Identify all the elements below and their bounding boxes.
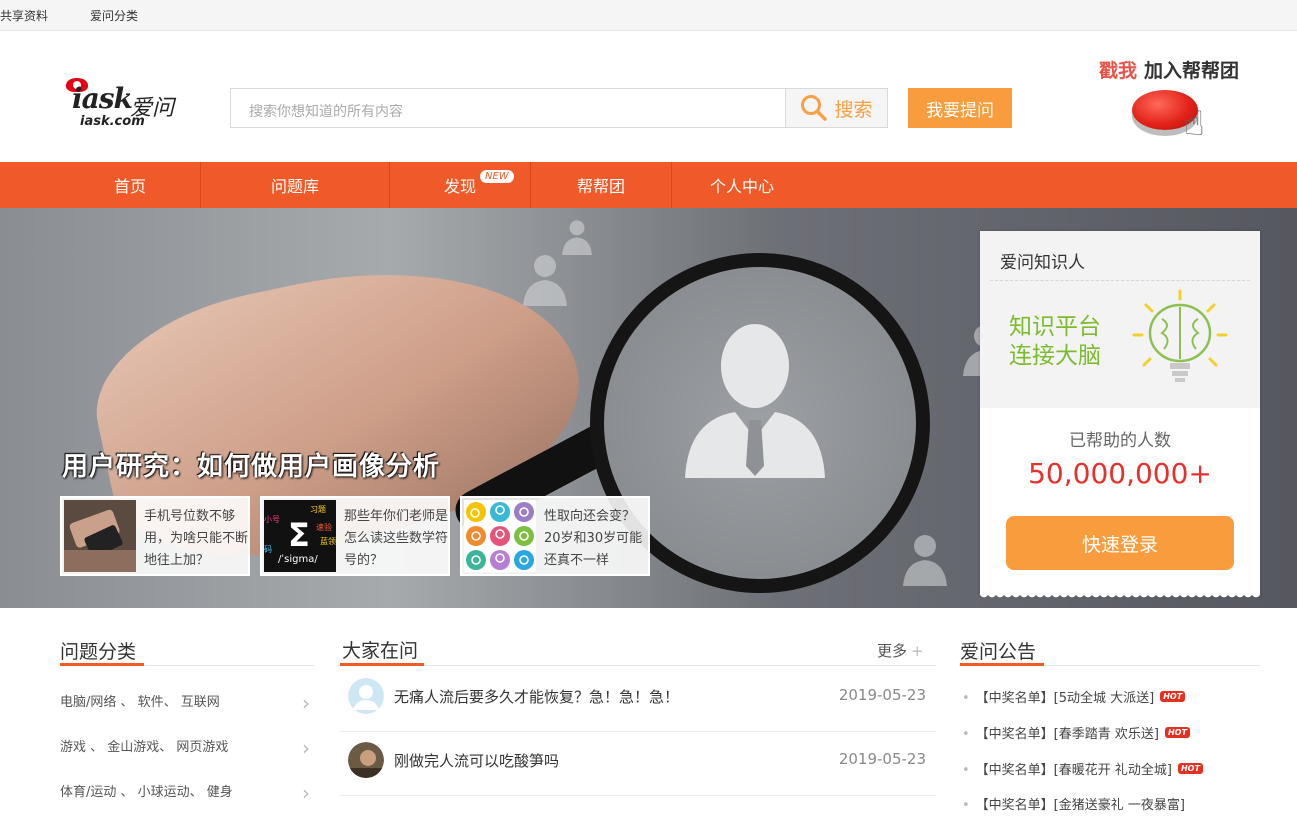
card-slogan: 知识平台 连接大脑 — [1009, 313, 1101, 371]
section-rule — [340, 665, 936, 666]
search-icon — [801, 95, 828, 121]
section-underline — [340, 663, 424, 666]
bullet-icon: • — [962, 727, 970, 742]
card-slogan-line-2: 连接大脑 — [1009, 343, 1101, 369]
card-zigzag-edge — [980, 593, 1260, 601]
banner-card[interactable]: Σ /ˈsigma/ 习题 速验 小号 蓝领 码 那些年你们老师是怎么读这些数学… — [260, 496, 450, 576]
person-silhouette-icon — [903, 535, 947, 586]
category-section-title: 问题分类 — [60, 641, 137, 663]
plus-icon: + — [911, 642, 924, 660]
helped-count: 50,000,000+ — [1028, 457, 1212, 490]
bullet-icon: • — [962, 691, 970, 706]
question-row[interactable]: 无痛人流后要多久才能恢复？急！急！急！ 2019-05-23 — [340, 668, 936, 732]
thumb-tag: 小号 — [264, 515, 280, 524]
banner-headline[interactable]: 用户研究：如何做用户画像分析 — [62, 446, 440, 483]
notice-item[interactable]: • 【中奖名单】[5动全城 大派送] HOT — [962, 687, 1186, 706]
chevron-right-icon: › — [302, 781, 310, 805]
notice-item[interactable]: • 【中奖名单】[春季踏青 欢乐送] HOT — [962, 723, 1190, 742]
hot-badge-icon: HOT — [1177, 763, 1203, 774]
nav-question-library[interactable]: 问题库 — [201, 162, 389, 208]
thumb-tag: 习题 — [310, 505, 326, 514]
brain-bulb-icon — [1132, 289, 1228, 382]
person-silhouette-icon — [562, 220, 592, 256]
question-title[interactable]: 刚做完人流可以吃酸笋吗 — [394, 750, 559, 771]
logo-domain: iask.com — [80, 114, 145, 129]
quick-login-button[interactable]: 快速登录 — [1006, 516, 1234, 570]
nav-personal-center[interactable]: 个人中心 — [672, 162, 812, 208]
ask-question-button[interactable]: 我要提问 — [908, 88, 1012, 128]
chevron-right-icon: › — [302, 736, 310, 760]
main-nav: 首页 问题库 发现 NEW 帮帮团 个人中心 — [0, 162, 1297, 208]
search-button[interactable]: 搜索 — [785, 88, 888, 128]
user-avatar-photo — [348, 742, 384, 778]
hot-badge-icon: HOT — [1160, 691, 1186, 702]
section-underline — [960, 663, 1044, 666]
category-row[interactable]: 游戏 、 金山游戏、 网页游戏 › — [60, 736, 314, 780]
bullet-icon: • — [962, 763, 970, 778]
nav-discover[interactable]: 发现 — [390, 162, 530, 208]
questions-more-link[interactable]: 更多 + — [877, 640, 924, 661]
notice-text: 【中奖名单】[金猪送豪礼 一夜暴富] — [975, 798, 1185, 813]
join-team-label: 加入帮帮团 — [1144, 60, 1240, 82]
nav-home[interactable]: 首页 — [60, 162, 200, 208]
gender-symbols-thumbnail — [464, 500, 536, 572]
banner-card-text: 手机号位数不够用，为啥只能不断地往上加？ — [144, 509, 249, 568]
top-link-shared-docs[interactable]: 共享资料 — [0, 7, 48, 24]
user-profile-icon — [685, 324, 825, 478]
site-logo[interactable]: iask 爱问 iask.com — [66, 78, 186, 134]
sigma-pronunciation: /ˈsigma/ — [278, 554, 318, 565]
notice-section-title: 爱问公告 — [960, 641, 1037, 663]
question-date: 2019-05-23 — [838, 686, 926, 704]
notice-item[interactable]: • 【中奖名单】[金猪送豪礼 一夜暴富] — [962, 794, 1185, 813]
helped-label: 已帮助的人数 — [1069, 431, 1171, 451]
hot-badge-icon: HOT — [1164, 727, 1190, 738]
knowledge-login-card: 爱问知识人 知识平台 连接大脑 已帮助的人数 50,000,000+ 快速登录 — [980, 231, 1260, 601]
banner-card[interactable]: 手机号位数不够用，为啥只能不断地往上加？ — [60, 496, 250, 576]
category-row[interactable]: 电脑/网络 、 软件、 互联网 › — [60, 691, 314, 735]
sigma-icon: Σ — [288, 516, 310, 554]
nav-helper-team[interactable]: 帮帮团 — [531, 162, 671, 208]
category-row[interactable]: 体育/运动 、 小球运动、 健身 › — [60, 781, 314, 825]
sigma-thumbnail: Σ /ˈsigma/ 习题 速验 小号 蓝领 码 — [264, 500, 336, 572]
chevron-right-icon: › — [302, 691, 310, 715]
nav-new-badge: NEW — [480, 170, 514, 183]
search-button-label: 搜索 — [834, 98, 873, 121]
bullet-icon: • — [962, 798, 970, 813]
user-avatar-icon — [348, 678, 384, 714]
banner-card-text: 性取向还会变？20岁和30岁可能还真不一样 — [544, 509, 643, 568]
pointing-hand-icon: ☝ — [1184, 104, 1205, 144]
category-row-text: 电脑/网络 、 软件、 互联网 — [60, 695, 220, 710]
card-title: 爱问知识人 — [1000, 253, 1085, 273]
section-underline — [60, 663, 144, 666]
thumb-tag: 蓝领 — [320, 537, 336, 546]
question-title[interactable]: 无痛人流后要多久才能恢复？急！急！急！ — [394, 686, 679, 707]
questions-section-title: 大家在问 — [342, 640, 419, 662]
thumb-tag: 码 — [264, 545, 272, 554]
question-date: 2019-05-23 — [838, 750, 926, 768]
notice-text: 【中奖名单】[5动全城 大派送] — [975, 691, 1155, 706]
more-label: 更多 — [877, 642, 908, 660]
notice-item[interactable]: • 【中奖名单】[春暖花开 礼动全城] HOT — [962, 759, 1203, 778]
banner-card[interactable]: 性取向还会变？20岁和30岁可能还真不一样 — [460, 496, 650, 576]
thumb-tag: 速验 — [316, 523, 332, 532]
card-header: 爱问知识人 知识平台 连接大脑 — [980, 231, 1260, 408]
notice-text: 【中奖名单】[春季踏青 欢乐送] — [975, 727, 1159, 742]
question-row[interactable]: 刚做完人流可以吃酸笋吗 2019-05-23 — [340, 732, 936, 796]
card-slogan-line-1: 知识平台 — [1009, 314, 1101, 340]
logo-brand: iask — [72, 82, 133, 115]
join-helper-team[interactable]: 戳我 加入帮帮团 ☝ — [1098, 54, 1258, 154]
join-poke-label: 戳我 — [1099, 60, 1138, 82]
phone-photo-thumbnail — [64, 500, 136, 572]
notice-text: 【中奖名单】[春暖花开 礼动全城] — [975, 763, 1172, 778]
category-row-text: 体育/运动 、 小球运动、 健身 — [60, 785, 233, 800]
category-row-text: 游戏 、 金山游戏、 网页游戏 — [60, 740, 229, 755]
search-input[interactable]: 搜索你想知道的所有内容 — [230, 88, 786, 128]
card-divider — [990, 280, 1250, 281]
top-bar: 共享资料 爱问分类 — [0, 0, 1297, 31]
top-link-categories[interactable]: 爱问分类 — [90, 7, 138, 24]
banner-card-text: 那些年你们老师是怎么读这些数学符号的？ — [344, 509, 449, 568]
